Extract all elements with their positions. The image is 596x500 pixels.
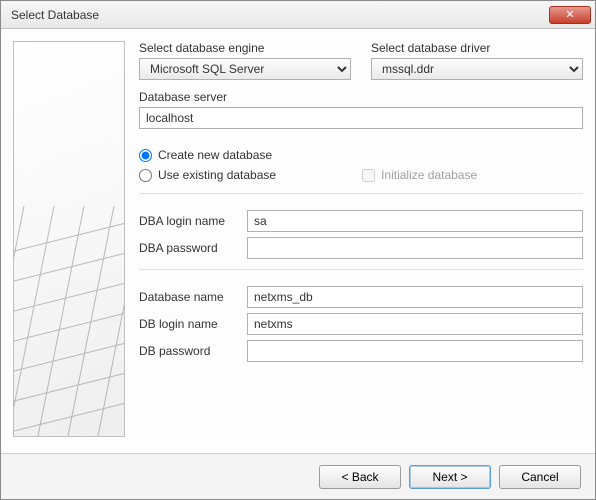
cancel-button[interactable]: Cancel — [499, 465, 581, 489]
init-db-label: Initialize database — [381, 168, 477, 182]
server-label: Database server — [139, 90, 583, 104]
form-area: Select database engine Microsoft SQL Ser… — [139, 41, 583, 441]
db-password-label: DB password — [139, 344, 239, 358]
titlebar: Select Database ✕ — [1, 1, 595, 29]
grid-graphic-icon — [14, 176, 125, 436]
content-area: Select database engine Microsoft SQL Ser… — [1, 29, 595, 453]
create-new-radio[interactable] — [139, 149, 152, 162]
use-existing-label: Use existing database — [158, 168, 276, 182]
back-button[interactable]: < Back — [319, 465, 401, 489]
init-db-group: Initialize database — [362, 168, 477, 182]
close-icon: ✕ — [565, 8, 574, 21]
engine-driver-row: Select database engine Microsoft SQL Ser… — [139, 41, 583, 80]
dba-password-label: DBA password — [139, 241, 239, 255]
db-name-label: Database name — [139, 290, 239, 304]
engine-label: Select database engine — [139, 41, 351, 55]
next-button[interactable]: Next > — [409, 465, 491, 489]
server-input[interactable] — [139, 107, 583, 129]
wizard-sidebar-image — [13, 41, 125, 437]
db-login-input[interactable] — [247, 313, 583, 335]
db-credentials-section: Database name DB login name DB password — [139, 286, 583, 372]
driver-label: Select database driver — [371, 41, 583, 55]
db-mode-section: Create new database Use existing databas… — [139, 145, 583, 194]
footer-buttons: < Back Next > Cancel — [1, 453, 595, 499]
driver-select[interactable]: mssql.ddr — [371, 58, 583, 80]
dialog-window: Select Database ✕ — [0, 0, 596, 500]
engine-select[interactable]: Microsoft SQL Server — [139, 58, 351, 80]
dba-credentials-section: DBA login name DBA password — [139, 210, 583, 270]
window-title: Select Database — [11, 8, 99, 22]
db-password-input[interactable] — [247, 340, 583, 362]
dba-login-input[interactable] — [247, 210, 583, 232]
use-existing-radio[interactable] — [139, 169, 152, 182]
db-name-input[interactable] — [247, 286, 583, 308]
create-new-label: Create new database — [158, 148, 272, 162]
dba-password-input[interactable] — [247, 237, 583, 259]
close-button[interactable]: ✕ — [549, 6, 591, 24]
db-login-label: DB login name — [139, 317, 239, 331]
dba-login-label: DBA login name — [139, 214, 239, 228]
init-db-checkbox — [362, 169, 375, 182]
